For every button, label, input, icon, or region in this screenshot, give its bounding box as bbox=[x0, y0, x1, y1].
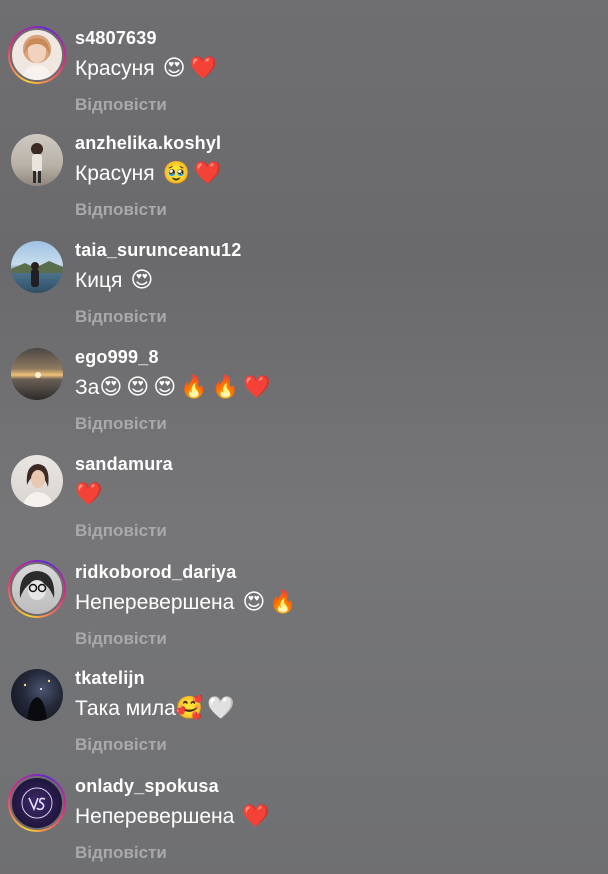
comment-emojis: ❤️ bbox=[75, 482, 107, 507]
comment-item: sandamura ❤️ Відповісти bbox=[0, 452, 608, 552]
comment-body: Красуня bbox=[75, 161, 155, 185]
reply-button[interactable]: Відповісти bbox=[75, 735, 167, 755]
comment-text: За 😍😍😍🔥🔥❤️ bbox=[75, 375, 274, 400]
comment-username[interactable]: sandamura bbox=[75, 454, 173, 475]
comment-body: Така мила bbox=[75, 696, 176, 720]
comment-text: Неперевершена 😍🔥 bbox=[75, 590, 301, 615]
harbor-photo-icon[interactable] bbox=[11, 241, 63, 293]
comment-text: Така мила 🥰🤍 bbox=[75, 696, 239, 721]
avatar-frame[interactable] bbox=[8, 452, 66, 510]
comment-item: anzhelika.koshyl Красуня 🥹❤️ Відповісти bbox=[0, 131, 608, 231]
woman-glasses-icon[interactable] bbox=[10, 562, 64, 616]
comment-emojis: 😍❤️ bbox=[162, 56, 221, 81]
woman-portrait-icon[interactable] bbox=[10, 28, 64, 82]
comment-username[interactable]: tkatelijn bbox=[75, 668, 145, 689]
reply-button[interactable]: Відповісти bbox=[75, 843, 167, 863]
comment-item: s4807639 Красуня 😍❤️ Відповісти bbox=[0, 26, 608, 126]
comment-body: Киця bbox=[75, 268, 123, 292]
comment-emojis: 😍🔥 bbox=[242, 590, 301, 615]
comment-item: ridkoborod_dariya Неперевершена 😍🔥 Відпо… bbox=[0, 560, 608, 660]
avatar-frame[interactable] bbox=[8, 345, 66, 403]
comment-text: ❤️ bbox=[75, 482, 106, 507]
night-photo-icon[interactable] bbox=[11, 669, 63, 721]
reply-button[interactable]: Відповісти bbox=[75, 521, 167, 541]
comment-item: ego999_8 За 😍😍😍🔥🔥❤️ Відповісти bbox=[0, 345, 608, 445]
story-ring[interactable] bbox=[8, 560, 66, 618]
comment-text: Красуня 🥹❤️ bbox=[75, 161, 225, 186]
story-ring[interactable] bbox=[8, 26, 66, 84]
avatar-frame[interactable] bbox=[8, 666, 66, 724]
comment-username[interactable]: ego999_8 bbox=[75, 347, 159, 368]
comment-item: onlady_spokusa Неперевершена ❤️ Відповіс… bbox=[0, 774, 608, 874]
comment-username[interactable]: taia_surunceanu12 bbox=[75, 240, 241, 261]
comment-body: За bbox=[75, 375, 100, 399]
comment-item: taia_surunceanu12 Киця 😍 Відповісти bbox=[0, 238, 608, 338]
avatar-frame[interactable] bbox=[8, 131, 66, 189]
comment-item: tkatelijn Така мила 🥰🤍 Відповісти bbox=[0, 666, 608, 766]
monogram-logo-icon[interactable] bbox=[10, 776, 64, 830]
comments-list: s4807639 Красуня 😍❤️ Відповісти anzhelik… bbox=[0, 0, 608, 866]
comment-emojis: 😍 bbox=[130, 268, 158, 293]
reply-button[interactable]: Відповісти bbox=[75, 307, 167, 327]
woman-photo-icon[interactable] bbox=[11, 455, 63, 507]
reply-button[interactable]: Відповісти bbox=[75, 200, 167, 220]
comment-emojis: ❤️ bbox=[242, 804, 274, 829]
person-standing-icon[interactable] bbox=[11, 134, 63, 186]
comment-username[interactable]: ridkoborod_dariya bbox=[75, 562, 236, 583]
story-ring[interactable] bbox=[8, 774, 66, 832]
reply-button[interactable]: Відповісти bbox=[75, 629, 167, 649]
comment-emojis: 😍😍😍🔥🔥❤️ bbox=[99, 375, 275, 400]
comment-body: Неперевершена bbox=[75, 590, 235, 614]
comment-username[interactable]: s4807639 bbox=[75, 28, 157, 49]
comment-emojis: 🥹❤️ bbox=[162, 161, 226, 186]
comment-text: Неперевершена ❤️ bbox=[75, 804, 274, 829]
comment-text: Киця 😍 bbox=[75, 268, 157, 293]
sunset-photo-icon[interactable] bbox=[11, 348, 63, 400]
comment-emojis: 🥰🤍 bbox=[175, 696, 239, 721]
reply-button[interactable]: Відповісти bbox=[75, 414, 167, 434]
comment-username[interactable]: onlady_spokusa bbox=[75, 776, 219, 797]
comment-username[interactable]: anzhelika.koshyl bbox=[75, 133, 221, 154]
comment-body: Красуня bbox=[75, 56, 155, 80]
comment-body: Неперевершена bbox=[75, 804, 235, 828]
comment-text: Красуня 😍❤️ bbox=[75, 56, 221, 81]
avatar-frame[interactable] bbox=[8, 238, 66, 296]
reply-button[interactable]: Відповісти bbox=[75, 95, 167, 115]
